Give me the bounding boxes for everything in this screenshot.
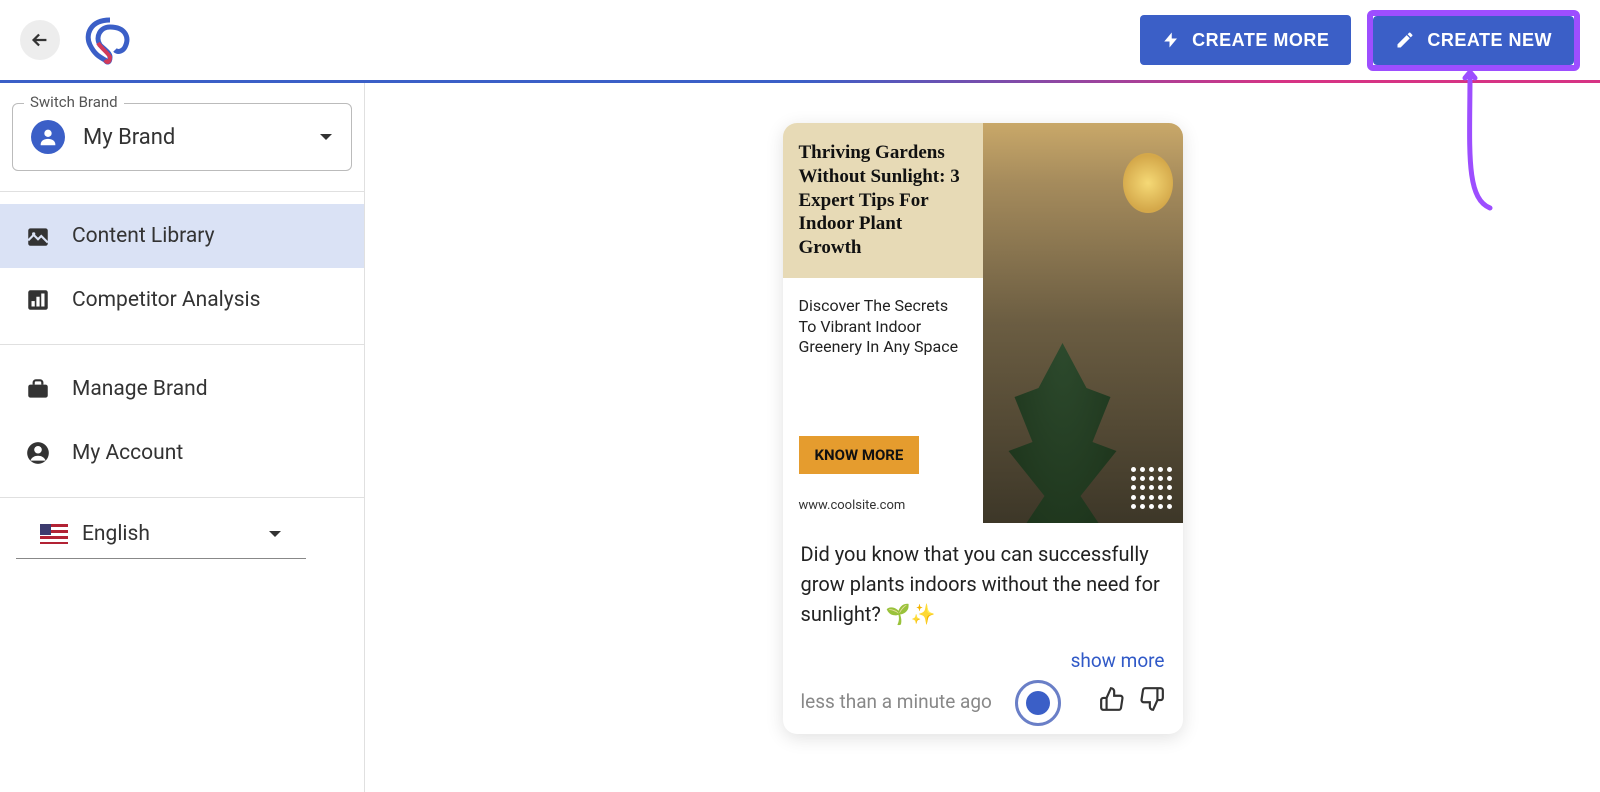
user-avatar-icon xyxy=(31,120,65,154)
card-photo xyxy=(983,123,1183,523)
card-headline: Thriving Gardens Without Sunlight: 3 Exp… xyxy=(783,123,983,278)
nav-manage-brand-label: Manage Brand xyxy=(72,377,208,401)
library-icon xyxy=(24,222,52,250)
nav-manage-brand[interactable]: Manage Brand xyxy=(0,357,364,421)
top-header: CREATE MORE CREATE NEW xyxy=(0,0,1600,80)
thumbs-down-icon xyxy=(1139,686,1165,712)
create-new-label: CREATE NEW xyxy=(1427,30,1552,51)
chart-icon xyxy=(24,286,52,314)
app-logo xyxy=(80,15,140,65)
back-button[interactable] xyxy=(20,20,60,60)
create-new-highlight: CREATE NEW xyxy=(1367,10,1580,71)
dots-decoration xyxy=(1131,467,1173,509)
brand-switcher[interactable]: Switch Brand My Brand xyxy=(12,103,352,171)
brand-name: My Brand xyxy=(83,125,175,150)
pencil-icon xyxy=(1395,30,1415,50)
card-body: Did you know that you can successfully g… xyxy=(783,523,1183,643)
account-icon xyxy=(24,439,52,467)
brand-switch-box[interactable]: My Brand xyxy=(12,103,352,171)
plant-photo xyxy=(983,123,1183,523)
sidebar-divider-2 xyxy=(0,344,364,345)
content-card[interactable]: Thriving Gardens Without Sunlight: 3 Exp… xyxy=(783,123,1183,734)
header-right: CREATE MORE CREATE NEW xyxy=(1140,10,1580,71)
card-url: www.coolsite.com xyxy=(799,498,967,513)
language-label: English xyxy=(82,522,150,546)
feedback-actions xyxy=(1099,686,1165,716)
create-more-label: CREATE MORE xyxy=(1192,30,1329,51)
arrow-left-icon xyxy=(29,29,51,51)
nav-content-library[interactable]: Content Library xyxy=(0,204,364,268)
briefcase-icon xyxy=(24,375,52,403)
chevron-down-icon xyxy=(319,128,333,147)
bolt-icon xyxy=(1162,29,1180,51)
create-more-button[interactable]: CREATE MORE xyxy=(1140,15,1351,65)
show-more-link[interactable]: show more xyxy=(783,643,1183,672)
card-image-section: Thriving Gardens Without Sunlight: 3 Exp… xyxy=(783,123,1183,523)
nav-competitor-analysis-label: Competitor Analysis xyxy=(72,288,260,312)
sidebar: Switch Brand My Brand Content Library xyxy=(0,83,365,792)
card-description: Discover The Secrets To Vibrant Indoor G… xyxy=(799,296,967,358)
main-content: Thriving Gardens Without Sunlight: 3 Exp… xyxy=(365,83,1600,792)
sidebar-divider xyxy=(0,191,364,192)
nav-my-account[interactable]: My Account xyxy=(0,421,364,485)
annotation-arrow xyxy=(1430,68,1510,232)
nav-content-library-label: Content Library xyxy=(72,224,215,248)
card-footer: less than a minute ago xyxy=(783,672,1183,734)
thumbs-up-button[interactable] xyxy=(1099,686,1125,716)
card-timestamp: less than a minute ago xyxy=(801,690,992,713)
nav-competitor-analysis[interactable]: Competitor Analysis xyxy=(0,268,364,332)
create-new-button[interactable]: CREATE NEW xyxy=(1373,16,1574,65)
language-selector[interactable]: English xyxy=(16,510,306,559)
card-text-panel: Thriving Gardens Without Sunlight: 3 Exp… xyxy=(783,123,983,523)
know-more-button[interactable]: KNOW MORE xyxy=(799,436,920,474)
card-desc-area: Discover The Secrets To Vibrant Indoor G… xyxy=(783,278,983,523)
us-flag-icon xyxy=(40,524,68,544)
nav-my-account-label: My Account xyxy=(72,441,183,465)
thumbs-up-icon xyxy=(1099,686,1125,712)
card-body-text: Did you know that you can successfully g… xyxy=(801,539,1165,629)
main-layout: Switch Brand My Brand Content Library xyxy=(0,83,1600,792)
header-left xyxy=(20,15,140,65)
brand-switch-label: Switch Brand xyxy=(24,93,124,111)
sidebar-divider-3 xyxy=(0,497,364,498)
attention-indicator[interactable] xyxy=(1015,680,1061,726)
chevron-down-icon xyxy=(268,525,282,544)
thumbs-down-button[interactable] xyxy=(1139,686,1165,716)
